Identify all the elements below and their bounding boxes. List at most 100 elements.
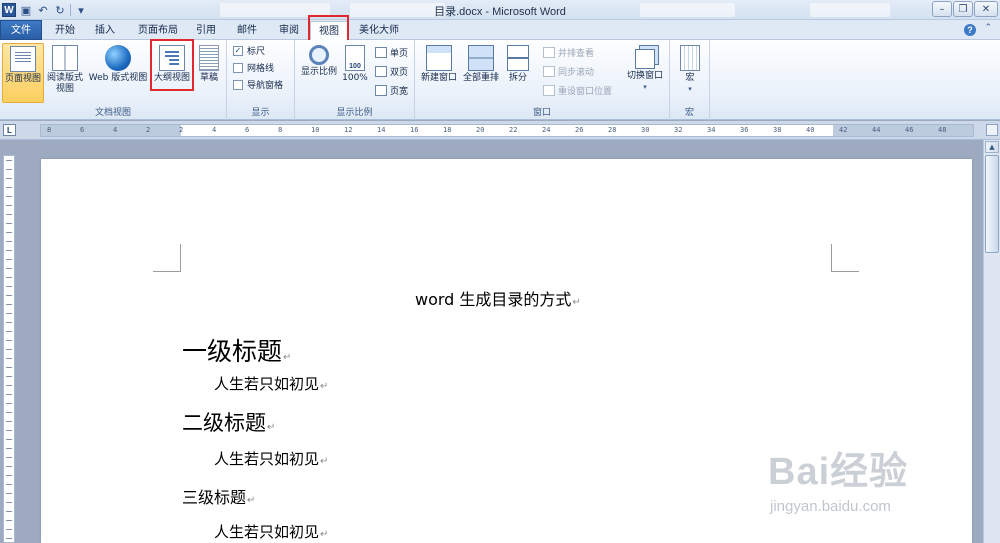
title-bar: W ▣ ↶ ↻ ▾ 目录.docx - Microsoft Word – ❐ ✕ [0, 0, 1000, 20]
ruler-tick [6, 187, 12, 188]
print-layout-button[interactable]: 页面视图 [2, 43, 44, 103]
zoom-button[interactable]: 显示比例 [298, 43, 340, 78]
scroll-thumb[interactable] [985, 155, 999, 253]
tab-file[interactable]: 文件 [0, 20, 42, 40]
crop-mark-top-left [153, 244, 181, 272]
ruler-tick [6, 223, 12, 224]
macros-label: 宏 [685, 73, 695, 83]
body-text-2[interactable]: 人生若只如初见↵ [214, 448, 328, 469]
view-ruler-toggle-icon[interactable] [986, 124, 998, 136]
tab-home[interactable]: 开始 [50, 21, 80, 40]
ruler-tick [6, 421, 12, 422]
gridlines-checkbox[interactable]: 网格线 [233, 61, 274, 74]
dropdown-arrow-icon: ▾ [688, 85, 692, 93]
close-icon[interactable]: ✕ [974, 1, 998, 17]
nav-pane-check-icon [233, 79, 243, 90]
gridlines-label: 网格线 [247, 64, 275, 74]
heading-3[interactable]: 三级标题↵ [182, 484, 255, 508]
arrange-all-button[interactable]: 全部重排 [461, 43, 501, 84]
sync-scroll-button[interactable]: 同步滚动 [543, 65, 594, 78]
switch-windows-label: 切换窗口 [626, 71, 663, 81]
ruler-tick-label: 4 [212, 126, 217, 134]
tab-mailings[interactable]: 邮件 [232, 21, 262, 40]
body-text-1[interactable]: 人生若只如初见↵ [214, 373, 328, 394]
reset-window-position-button[interactable]: 重设窗口位置 [543, 84, 612, 97]
heading-1[interactable]: 一级标题↵ [182, 332, 291, 368]
tab-page-layout[interactable]: 页面布局 [133, 21, 183, 40]
ruler-tick [6, 376, 12, 377]
ruler-tick [6, 286, 12, 287]
ruler-tick-label: 44 [872, 126, 881, 134]
reading-label-2: 视图 [55, 84, 74, 94]
arrange-all-label: 全部重排 [462, 73, 499, 83]
ruler-tick-label: 46 [905, 126, 914, 134]
reading-label-1: 阅读版式 [46, 73, 83, 83]
ruler-tick [6, 502, 12, 503]
ruler-checkbox[interactable]: ✓ 标尺 [233, 44, 265, 57]
ruler-tick [6, 457, 12, 458]
group-label-window: 窗口 [532, 108, 551, 118]
tab-review[interactable]: 审阅 [275, 21, 303, 40]
ruler-tick [6, 358, 12, 359]
heading-2[interactable]: 二级标题↵ [182, 407, 275, 437]
ruler-tick [6, 232, 12, 233]
minimize-icon[interactable]: – [932, 1, 952, 17]
ruler-left-margin [41, 125, 181, 136]
vertical-scrollbar[interactable]: ▲ [983, 140, 1000, 543]
ruler-tick-label: 48 [938, 126, 947, 134]
group-zoom: 显示比例 100 100% 单页 双页 页宽 显示比例 [295, 40, 415, 120]
reading-view-icon [52, 45, 78, 71]
nav-pane-checkbox[interactable]: 导航窗格 [233, 78, 283, 91]
group-window: 新建窗口 全部重排 拆分 并排查看 同步滚动 重设窗口位置 切换窗口 ▾ 窗口 [415, 40, 670, 120]
split-button[interactable]: 拆分 [503, 43, 533, 84]
body-text-3[interactable]: 人生若只如初见↵ [214, 521, 328, 542]
ruler-tick [6, 340, 12, 341]
tab-beautify-master[interactable]: 美化大师 [355, 21, 403, 40]
tab-selector-icon[interactable]: L [3, 124, 16, 136]
window-title: 目录.docx - Microsoft Word [434, 6, 566, 18]
ruler-check-icon: ✓ [233, 45, 243, 56]
ribbon-tabs: 文件 开始 插入 页面布局 引用 邮件 审阅 视图 美化大师 ? ⌃ [0, 20, 1000, 41]
tab-references[interactable]: 引用 [193, 21, 219, 40]
web-layout-button[interactable]: Web 版式视图 [86, 43, 150, 84]
ruler-tick-label: 30 [641, 126, 650, 134]
ruler-tick [6, 196, 12, 197]
group-macros: 宏 ▾ 宏 [670, 40, 710, 120]
full-screen-reading-button[interactable]: 阅读版式 视图 [45, 43, 85, 95]
group-label-document-views: 文档视图 [94, 108, 131, 118]
two-pages-button[interactable]: 双页 [375, 65, 408, 78]
macros-button[interactable]: 宏 ▾ [676, 43, 704, 95]
vertical-ruler[interactable] [3, 155, 15, 543]
split-icon [507, 45, 529, 71]
sync-scroll-icon [543, 66, 555, 77]
document-title[interactable]: word 生成目录的方式↵ [415, 286, 581, 310]
two-pages-icon [375, 66, 387, 77]
tab-insert[interactable]: 插入 [90, 21, 120, 40]
side-by-side-button[interactable]: 并排查看 [543, 46, 594, 59]
help-icon[interactable]: ? [964, 24, 976, 36]
switch-windows-button[interactable]: 切换窗口 ▾ [623, 43, 667, 93]
ruler-tick [6, 367, 12, 368]
zoom-100-button[interactable]: 100 100% [341, 43, 369, 84]
zoom-label: 显示比例 [300, 67, 337, 77]
restore-icon[interactable]: ❐ [953, 1, 973, 17]
new-window-button[interactable]: 新建窗口 [419, 43, 459, 84]
ruler-tick [6, 529, 12, 530]
horizontal-ruler[interactable]: 8 6 4 2 2 4 6 8 10 12 14 16 18 20 22 24 26 28 30 32 34 36 38 40… [40, 124, 974, 137]
ruler-tick-label: 16 [410, 126, 419, 134]
reset-position-icon [543, 85, 555, 96]
ruler-tick-label: 42 [839, 126, 848, 134]
draft-button[interactable]: 草稿 [196, 43, 222, 84]
minimize-ribbon-icon[interactable]: ⌃ [984, 23, 992, 33]
ruler-tick-label: 24 [542, 126, 551, 134]
switch-windows-icon [635, 49, 655, 69]
page-width-button[interactable]: 页宽 [375, 84, 408, 97]
reset-position-label: 重设窗口位置 [558, 87, 613, 97]
new-window-label: 新建窗口 [420, 73, 457, 83]
scroll-up-icon[interactable]: ▲ [985, 141, 999, 153]
ruler-tick [6, 268, 12, 269]
one-page-button[interactable]: 单页 [375, 46, 408, 59]
ruler-tick-label: 28 [608, 126, 617, 134]
baidu-jingyan-watermark: Bai经验 [768, 451, 909, 493]
magnifier-icon [309, 45, 329, 65]
